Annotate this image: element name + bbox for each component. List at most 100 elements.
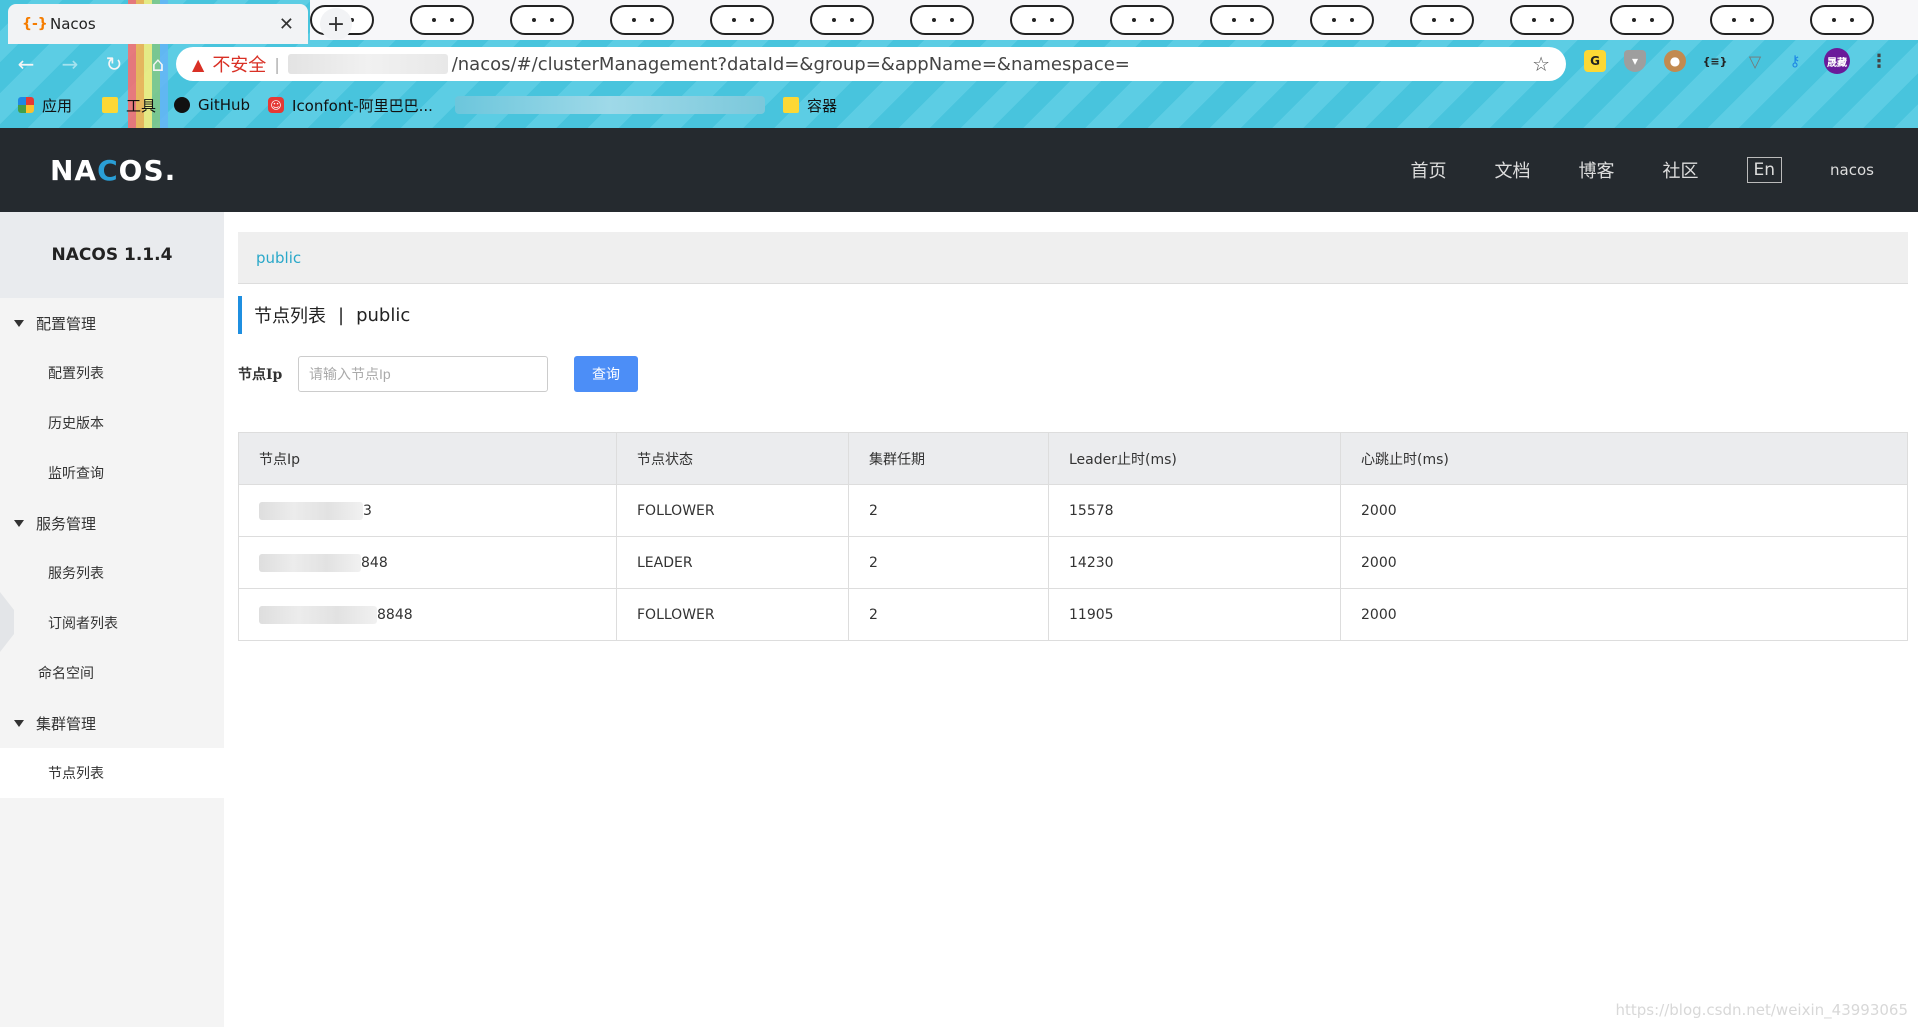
column-header-cluster-term: 集群任期 [848,432,1049,485]
user-menu[interactable]: nacos [1830,161,1874,179]
cell-node-ip: 3 [238,484,617,537]
nav-home[interactable]: 首页 [1411,157,1447,183]
url-text[interactable]: /nacos/#/clusterManagement?dataId=&group… [452,54,1532,75]
bookmark-tools[interactable]: 工具 [102,95,156,116]
node-ip-search-input[interactable] [298,356,548,392]
nacos-logo[interactable]: NACOS. [50,154,176,187]
cell-node-state: FOLLOWER [616,588,849,641]
new-tab-icon[interactable]: + [320,8,352,40]
ip-redacted [259,553,361,572]
sidebar-title: NACOS 1.1.4 [0,212,224,298]
title-separator: | [338,304,345,326]
ip-redacted [259,605,377,624]
tab-title: Nacos [50,15,96,33]
app-header: NACOS. 首页 文档 博客 社区 En nacos [0,128,1918,212]
bookmark-label: 工具 [126,96,157,115]
back-icon[interactable]: ← [8,48,44,80]
browser-menu-icon[interactable]: ⋮ [1868,50,1890,72]
folder-icon [102,97,119,113]
node-table: 节点Ip 节点状态 集群任期 Leader止时(ms) 心跳止时(ms) 3 F… [238,432,1908,641]
cell-heartbeat-due: 2000 [1340,588,1908,641]
page-title-namespace: public [356,304,411,326]
namespace-link-public[interactable]: public [256,249,301,267]
key-icon[interactable]: ⚷ [1784,50,1806,72]
apps-icon [18,97,34,113]
sidebar-item-namespace[interactable]: 命名空间 [0,648,224,698]
iconfont-icon: ☺ [268,97,285,113]
browser-tab[interactable]: {-} Nacos ✕ [8,4,308,44]
vue-devtools-icon[interactable]: ▽ [1744,50,1766,72]
sidebar-group-label: 服务管理 [36,514,97,533]
sidebar-group-service[interactable]: 服务管理 [0,498,224,548]
cell-leader-due: 15578 [1048,484,1341,537]
sidebar: NACOS 1.1.4 配置管理 配置列表 历史版本 监听查询 服务管理 服务列… [0,212,224,1027]
bookmark-containers[interactable]: 容器 [782,95,837,116]
bookmarks-redacted [454,96,765,114]
json-extension-icon[interactable]: {≡} [1703,50,1728,72]
caret-down-icon [14,719,24,727]
column-header-node-ip: 节点Ip [238,432,617,485]
nav-community[interactable]: 社区 [1663,157,1699,183]
nav-docs[interactable]: 文档 [1495,157,1531,183]
reload-icon[interactable]: ↻ [96,48,132,80]
csdn-watermark: https://blog.csdn.net/weixin_43993065 [1615,1001,1908,1019]
language-switch-button[interactable]: En [1746,157,1783,183]
bookmark-label: Iconfont-阿里巴巴... [292,96,433,115]
ip-redacted [259,501,363,520]
cookie-extension-icon[interactable]: ● [1664,50,1686,72]
warning-icon: ▲ [192,54,205,74]
sidebar-item-subscriber-list[interactable]: 订阅者列表 [0,598,224,648]
bookmark-star-icon[interactable]: ☆ [1532,52,1550,76]
ip-suffix: 848 [361,554,388,571]
column-header-node-state: 节点状态 [616,432,849,485]
cell-node-state: FOLLOWER [616,484,849,537]
sidebar-item-listener-query[interactable]: 监听查询 [0,448,224,498]
cell-node-ip: 8848 [238,588,617,641]
cell-cluster-term: 2 [848,536,1049,589]
not-secure-label[interactable]: 不安全 [212,51,266,77]
browser-chrome: {-} Nacos ✕ + ← → ↻ ⌂ ▲ 不安全 | /nacos/#/c… [0,0,1918,128]
url-host-redacted [287,54,448,74]
cell-cluster-term: 2 [848,484,1049,537]
profile-avatar-icon[interactable]: 晟藏 [1824,48,1850,74]
ip-suffix: 3 [363,502,372,519]
page-title: 节点列表 | public [238,296,1908,334]
table-header-row: 节点Ip 节点状态 集群任期 Leader止时(ms) 心跳止时(ms) [238,432,1908,485]
github-icon [174,97,191,113]
address-bar[interactable]: ▲ 不安全 | /nacos/#/clusterManagement?dataI… [176,47,1566,81]
shield-extension-icon[interactable]: ▾ [1624,50,1646,72]
column-header-leader-due: Leader止时(ms) [1048,432,1341,485]
sidebar-group-label: 集群管理 [36,714,97,733]
bookmarks-bar: 应用 工具 GitHub ☺ Iconfont-阿里巴巴... 容器 [0,88,1918,122]
bookmark-label: 容器 [806,96,837,115]
search-label: 节点Ip [238,367,283,383]
forward-icon[interactable]: → [52,48,88,80]
bookmark-apps[interactable]: 应用 [18,95,72,116]
page-title-text: 节点列表 [254,306,326,327]
table-row: 8848 FOLLOWER 2 11905 2000 [238,588,1908,641]
caret-down-icon [14,519,24,527]
cell-heartbeat-due: 2000 [1340,536,1908,589]
nacos-favicon-icon: {-} [22,16,48,32]
sidebar-group-config[interactable]: 配置管理 [0,298,224,348]
sidebar-item-node-list[interactable]: 节点列表 [0,748,224,798]
url-divider: | [274,54,280,74]
bookmark-github[interactable]: GitHub [174,96,250,114]
caret-down-icon [14,319,24,327]
tab-close-icon[interactable]: ✕ [279,14,294,35]
sidebar-item-history[interactable]: 历史版本 [0,398,224,448]
theme-clouds [310,0,1918,40]
bookmark-iconfont[interactable]: ☺ Iconfont-阿里巴巴... [268,95,433,116]
sidebar-group-cluster[interactable]: 集群管理 [0,698,224,748]
cell-leader-due: 11905 [1048,588,1341,641]
bookmark-label: 应用 [42,96,73,115]
sidebar-item-service-list[interactable]: 服务列表 [0,548,224,598]
table-row: 3 FOLLOWER 2 15578 2000 [238,484,1908,537]
grammarly-extension-icon[interactable]: G [1584,50,1606,72]
table-row: 848 LEADER 2 14230 2000 [238,536,1908,589]
sidebar-item-config-list[interactable]: 配置列表 [0,348,224,398]
nav-blog[interactable]: 博客 [1579,157,1615,183]
home-icon[interactable]: ⌂ [140,48,176,80]
namespace-bar: public [238,232,1908,284]
query-button[interactable]: 查询 [574,356,638,392]
